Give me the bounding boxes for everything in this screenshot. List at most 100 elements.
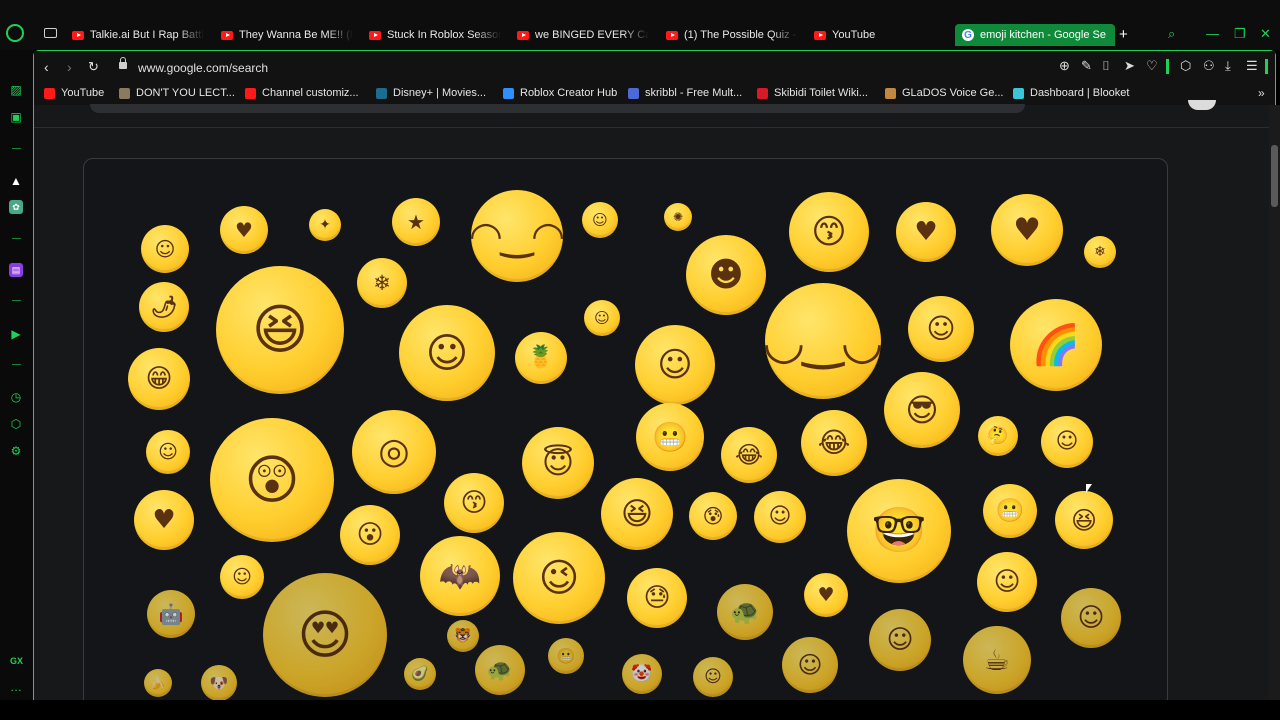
close-button[interactable]: ✕ — [1260, 26, 1271, 42]
emoji-sticker[interactable]: ☺ — [584, 300, 620, 336]
emoji-sticker[interactable]: 😙 — [789, 192, 869, 272]
emoji-sticker[interactable]: 🐢 — [717, 584, 773, 640]
tab-they-wanna[interactable]: They Wanna Be ME!! (D — [221, 27, 353, 43]
bookmark-item[interactable]: YouTube — [44, 87, 104, 99]
emoji-sticker[interactable]: 😬 — [983, 484, 1037, 538]
emoji-sticker[interactable]: ◠‿◠ — [471, 190, 563, 282]
emoji-sticker[interactable]: 😂 — [721, 427, 777, 483]
emoji-sticker[interactable]: ☺ — [146, 430, 190, 474]
emoji-sticker[interactable]: ☺ — [220, 555, 264, 599]
bookmark-item[interactable]: Roblox Creator Hub — [503, 87, 617, 99]
emoji-sticker[interactable]: ♥ — [896, 202, 956, 262]
gx-control-icon[interactable]: ▨ — [9, 83, 23, 97]
emoji-sticker[interactable]: 😲 — [210, 418, 334, 542]
emoji-sticker[interactable]: ❄ — [357, 258, 407, 308]
history-icon[interactable]: ◷ — [9, 390, 23, 404]
tab-binged[interactable]: we BINGED EVERY Car — [517, 27, 649, 43]
emoji-sticker[interactable]: 😓 — [627, 568, 687, 628]
emoji-sticker[interactable]: 🤡 — [622, 654, 662, 694]
emoji-sticker[interactable]: 🤖 — [147, 590, 195, 638]
emoji-sticker[interactable]: ☺ — [141, 225, 189, 273]
emoji-sticker[interactable]: 🤓 — [847, 479, 951, 583]
bookmark-item[interactable]: Disney+ | Movies... — [376, 87, 486, 99]
emoji-sticker[interactable]: 🍌 — [144, 669, 172, 697]
gx-corner-icon[interactable]: ▣ — [9, 110, 23, 124]
aria-icon[interactable]: ▲ — [9, 174, 23, 188]
bookmark-item[interactable]: Dashboard | Blooket — [1013, 87, 1129, 99]
maximize-button[interactable]: ❐ — [1234, 26, 1246, 42]
tab-youtube[interactable]: YouTube — [814, 27, 934, 43]
opera-gx-logo[interactable] — [6, 24, 24, 42]
emoji-sticker[interactable]: ☺ — [399, 305, 495, 401]
emoji-sticker[interactable]: ◡‿◡ — [765, 283, 881, 399]
emoji-sticker[interactable]: ☺ — [977, 552, 1037, 612]
emoji-sticker[interactable]: 🥑 — [404, 658, 436, 690]
tab-roblox-season[interactable]: Stuck In Roblox Season — [369, 27, 501, 43]
emoji-sticker[interactable]: ☺ — [693, 657, 733, 697]
scrollbar-thumb[interactable] — [1271, 145, 1278, 207]
profile-icon[interactable]: ⚇ — [1203, 58, 1215, 74]
emoji-sticker[interactable]: 😉 — [513, 532, 605, 624]
emoji-sticker[interactable]: 😰 — [689, 492, 737, 540]
bookmark-item[interactable]: GLaDOS Voice Ge... — [885, 87, 1004, 99]
emoji-sticker[interactable]: ♥ — [134, 490, 194, 550]
emoji-sticker[interactable]: 🌈 — [1010, 299, 1102, 391]
emoji-sticker[interactable]: 😆 — [601, 478, 673, 550]
emoji-sticker[interactable]: ❄ — [1084, 236, 1116, 268]
emoji-sticker[interactable]: 🌶 — [139, 282, 189, 332]
zoom-icon[interactable]: ⊕ — [1059, 58, 1070, 74]
emoji-sticker[interactable]: 😆 — [1055, 491, 1113, 549]
workspaces-icon[interactable] — [44, 28, 57, 38]
emoji-sticker[interactable]: 😍 — [263, 573, 387, 697]
chatgpt-icon[interactable]: ✿ — [9, 200, 23, 214]
emoji-sticker[interactable]: ☺ — [754, 491, 806, 543]
emoji-sticker[interactable]: 🤔 — [978, 416, 1018, 456]
emoji-sticker[interactable]: ☺ — [782, 637, 838, 693]
tab-emoji-kitchen[interactable]: Gemoji kitchen - Google Se — [955, 24, 1115, 46]
emoji-sticker[interactable]: ☺ — [1061, 588, 1121, 648]
new-tab-button[interactable]: + — [1119, 26, 1128, 43]
emoji-sticker[interactable]: ✦ — [309, 209, 341, 241]
emoji-sticker[interactable]: 😎 — [884, 372, 960, 448]
tab-talkie[interactable]: Talkie.ai But I Rap Battle — [72, 27, 204, 43]
emoji-sticker[interactable]: 😙 — [444, 473, 504, 533]
more-icon[interactable]: … — [10, 680, 22, 694]
search-bar[interactable] — [90, 104, 1025, 113]
reload-button[interactable]: ↻ — [88, 59, 99, 75]
emoji-sticker[interactable]: ☺ — [635, 325, 715, 405]
emoji-sticker[interactable]: 😬 — [548, 638, 584, 674]
minimize-button[interactable]: — — [1206, 26, 1219, 41]
bookmark-item[interactable]: skribbl - Free Mult... — [628, 87, 742, 99]
emoji-sticker[interactable]: ♥ — [804, 573, 848, 617]
emoji-sticker[interactable]: ★ — [392, 198, 440, 246]
bookmarks-overflow-icon[interactable]: » — [1258, 86, 1265, 100]
emoji-sticker[interactable]: 😁 — [128, 348, 190, 410]
send-icon[interactable]: ➤ — [1124, 58, 1135, 74]
bookmark-item[interactable]: Channel customiz... — [245, 87, 359, 99]
download-icon[interactable]: ⤓ — [1225, 58, 1231, 74]
emoji-sticker[interactable]: ☻ — [686, 235, 766, 315]
emoji-sticker[interactable]: ☺ — [582, 202, 618, 238]
menu-icon[interactable]: ☰ — [1246, 58, 1258, 74]
forward-button[interactable]: › — [67, 59, 72, 75]
emoji-sticker[interactable]: ☺ — [1041, 416, 1093, 468]
back-button[interactable]: ‹ — [44, 59, 49, 75]
bookmark-item[interactable]: DON'T YOU LECT... — [119, 87, 235, 99]
cube-icon[interactable]: ⬡ — [1180, 58, 1191, 74]
emoji-sticker[interactable]: 🦇 — [420, 536, 500, 616]
emoji-sticker[interactable]: ☺ — [908, 296, 974, 362]
emoji-sticker[interactable]: ☕ — [963, 626, 1031, 694]
camera-icon[interactable]: ⌷ — [1102, 58, 1110, 74]
player-icon[interactable]: ▶ — [9, 327, 23, 341]
emoji-sticker[interactable]: ✺ — [664, 203, 692, 231]
heart-icon[interactable]: ♡ — [1146, 58, 1158, 74]
emoji-sticker[interactable]: ☺ — [869, 609, 931, 671]
emoji-sticker[interactable]: 🐯 — [447, 620, 479, 652]
edit-icon[interactable]: ✎ — [1081, 58, 1092, 74]
emoji-sticker[interactable]: ♥ — [220, 206, 268, 254]
twitch-icon[interactable]: ▤ — [9, 263, 23, 277]
extensions-icon[interactable]: ⬡ — [9, 417, 23, 431]
emoji-sticker[interactable]: 🐢 — [475, 645, 525, 695]
emoji-sticker[interactable]: 😂 — [801, 410, 867, 476]
emoji-sticker[interactable]: 😇 — [522, 427, 594, 499]
